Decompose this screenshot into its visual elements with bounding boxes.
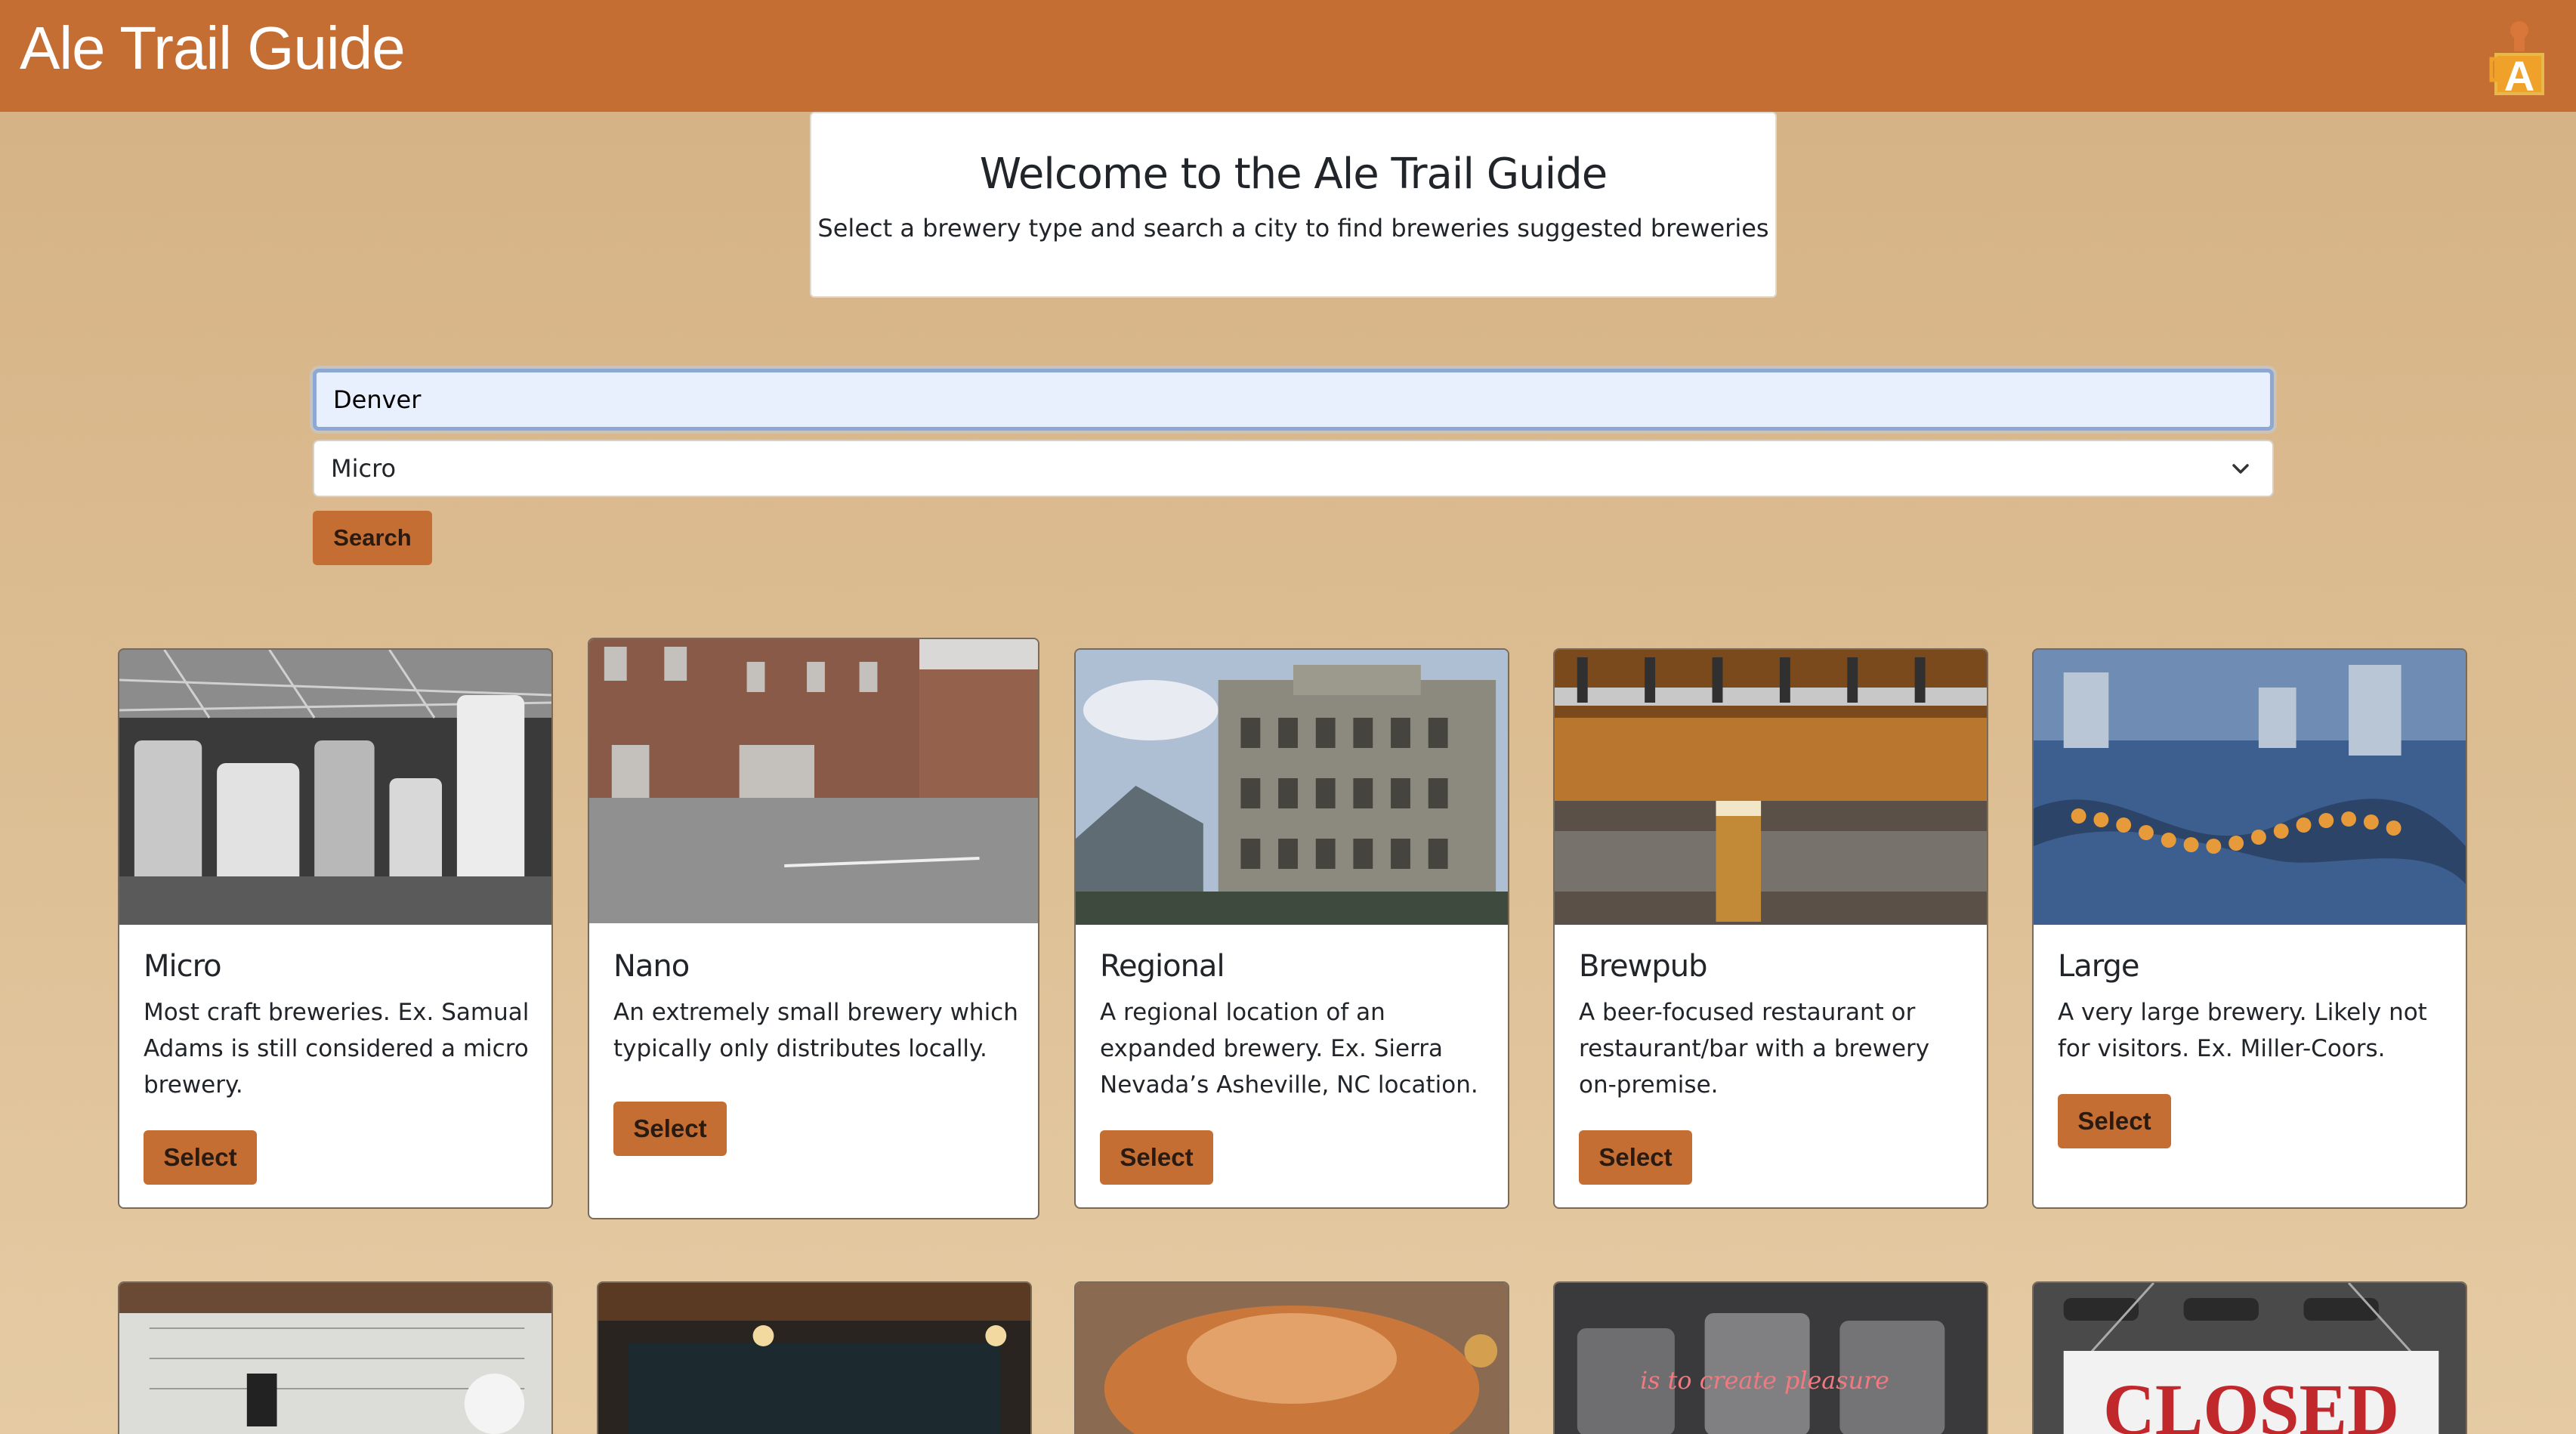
svg-text:A: A bbox=[2504, 52, 2534, 98]
card-row2-5: CLOSED bbox=[2032, 1281, 2467, 1434]
brewpub-image bbox=[1555, 650, 1987, 925]
card-description: An extremely small brewery which typical… bbox=[613, 999, 1018, 1062]
card-description: Most craft breweries. Ex. Samual Adams i… bbox=[144, 999, 530, 1099]
chevron-down-icon bbox=[2232, 464, 2249, 474]
select-regional-button[interactable]: Select bbox=[1100, 1130, 1213, 1185]
closed-sign-image: CLOSED bbox=[2034, 1283, 2466, 1434]
select-brewpub-button[interactable]: Select bbox=[1579, 1130, 1692, 1185]
search-button[interactable]: Search bbox=[313, 511, 432, 565]
card-regional: Regional A regional location of an expan… bbox=[1074, 648, 1509, 1209]
svg-text:is to create pleasure: is to create pleasure bbox=[1640, 1366, 1889, 1395]
card-description: A beer-focused restaurant or restaurant/… bbox=[1579, 999, 1930, 1099]
card-title: Nano bbox=[613, 949, 690, 984]
brand-title[interactable]: Ale Trail Guide bbox=[20, 14, 406, 83]
select-large-button[interactable]: Select bbox=[2058, 1094, 2171, 1148]
card-row2-1 bbox=[118, 1281, 553, 1434]
city-search-input[interactable] bbox=[313, 369, 2274, 431]
nano-brewery-image bbox=[589, 639, 1038, 923]
select-micro-button[interactable]: Select bbox=[144, 1130, 257, 1185]
card-description: A very large brewery. Likely not for vis… bbox=[2058, 999, 2427, 1062]
top-navbar: Ale Trail Guide A bbox=[0, 0, 2576, 112]
copper-kettle-image bbox=[1076, 1283, 1508, 1434]
dim-bar-interior-image bbox=[598, 1283, 1030, 1434]
large-brewery-image bbox=[2034, 650, 2466, 925]
brewery-type-selected: Micro bbox=[331, 454, 397, 483]
card-row2-4: is to create pleasure bbox=[1553, 1281, 1988, 1434]
app-logo-icon[interactable]: A bbox=[2485, 15, 2553, 98]
blueprint-tools-image bbox=[119, 1283, 551, 1434]
card-large: Large A very large brewery. Likely not f… bbox=[2032, 648, 2467, 1209]
card-title: Brewpub bbox=[1579, 949, 1707, 984]
svg-text:CLOSED: CLOSED bbox=[2103, 1370, 2399, 1434]
card-micro: Micro Most craft breweries. Ex. Samual A… bbox=[118, 648, 553, 1209]
card-row2-2 bbox=[597, 1281, 1032, 1434]
card-title: Large bbox=[2058, 949, 2140, 984]
card-brewpub: Brewpub A beer-focused restaurant or res… bbox=[1553, 648, 1988, 1209]
welcome-title: Welcome to the Ale Trail Guide bbox=[979, 150, 1608, 199]
welcome-panel: Welcome to the Ale Trail Guide Select a … bbox=[810, 112, 1777, 298]
brewery-type-select[interactable]: Micro bbox=[313, 440, 2274, 497]
regional-brewery-image bbox=[1076, 650, 1508, 925]
card-title: Micro bbox=[144, 949, 222, 984]
select-nano-button[interactable]: Select bbox=[613, 1102, 727, 1156]
tanks-neon-sign-image: is to create pleasure bbox=[1555, 1283, 1987, 1434]
card-row2-3 bbox=[1074, 1281, 1509, 1434]
welcome-subtitle: Select a brewery type and search a city … bbox=[817, 214, 1769, 243]
card-nano: Nano An extremely small brewery which ty… bbox=[588, 638, 1039, 1219]
card-title: Regional bbox=[1100, 949, 1225, 984]
micro-brewery-image bbox=[119, 650, 551, 925]
card-description: A regional location of an expanded brewe… bbox=[1100, 999, 1478, 1099]
